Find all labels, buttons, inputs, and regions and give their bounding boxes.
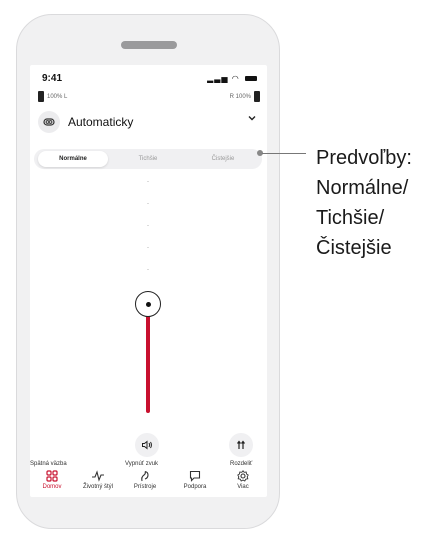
volume-slider[interactable] (30, 177, 267, 427)
preset-tab-tichsie[interactable]: Tichšie (113, 151, 183, 167)
left-battery: 100% L (38, 91, 70, 102)
program-selector[interactable]: Automaticky (38, 109, 260, 135)
phone-battery-icon (245, 76, 257, 82)
mute-label: Vypnúť zvuk (125, 461, 159, 467)
chat-icon (175, 469, 215, 483)
phone-speaker (121, 41, 177, 49)
preset-segmented-control: Normálne Tichšie Čistejšie (34, 149, 262, 169)
nav-label: Podpora (183, 484, 207, 490)
gear-icon (223, 469, 263, 483)
left-battery-icon (38, 91, 44, 102)
split-button[interactable] (229, 433, 253, 457)
callout-line-4: Čistejšie (316, 237, 392, 259)
nav-item-viac[interactable]: Viac (223, 469, 263, 490)
signal-icon: ▂▃▅ (207, 74, 229, 83)
program-icon (38, 111, 60, 133)
home-grid-icon (32, 469, 72, 483)
split-label: Rozdeliť (230, 461, 253, 467)
right-battery-label: R 100% (229, 93, 251, 100)
program-name: Automaticky (68, 115, 134, 129)
left-battery-label: 100% L (47, 93, 68, 100)
preset-tab-normalne[interactable]: Normálne (38, 151, 108, 167)
status-bar: 9:41 ▂▃▅ ◠ (30, 65, 267, 84)
phone-frame: 9:41 ▂▃▅ ◠ 100% L R 100% Automaticky Nor… (16, 14, 280, 529)
callout-annotation: Predvoľby: Normálne/ Tichšie/ Čistejšie (316, 143, 426, 263)
hearing-aid-icon (125, 469, 165, 483)
nav-item-podpora[interactable]: Podpora (175, 469, 215, 490)
nav-label: Domov (42, 484, 62, 490)
hearing-aid-battery-row: 100% L R 100% (38, 91, 260, 103)
callout-line-1: Predvoľby: (316, 147, 412, 169)
chevron-down-icon[interactable] (248, 114, 256, 125)
nav-label: Viac (237, 484, 249, 490)
speaker-icon (142, 440, 152, 450)
wifi-icon: ◠ (231, 74, 240, 83)
mute-button[interactable] (135, 433, 159, 457)
feedback-link[interactable]: Spätná väzba (30, 461, 67, 467)
nav-item-pristroje[interactable]: Prístroje (125, 469, 165, 490)
volume-knob[interactable] (135, 291, 161, 317)
status-time: 9:41 (42, 73, 63, 84)
right-battery: R 100% (227, 91, 260, 102)
preset-tab-cistejsie[interactable]: Čistejšie (188, 151, 258, 167)
callout-line (262, 153, 306, 154)
app-screen: 9:41 ▂▃▅ ◠ 100% L R 100% Automaticky Nor… (30, 65, 267, 497)
volume-fill (146, 309, 150, 413)
lifestyle-pulse-icon (78, 469, 118, 483)
bottom-nav: Domov Životný štýl Prístroje Podpora Via… (30, 469, 267, 497)
nav-item-zivotny-styl[interactable]: Životný štýl (78, 469, 118, 490)
status-icons: ▂▃▅ ◠ (207, 74, 257, 83)
nav-item-domov[interactable]: Domov (32, 469, 72, 490)
right-battery-icon (254, 91, 260, 102)
callout-line-2: Normálne/ (316, 177, 409, 199)
callout-line-3: Tichšie/ (316, 207, 385, 229)
split-icon (237, 440, 245, 449)
nav-label: Prístroje (133, 484, 157, 490)
nav-label: Životný štýl (82, 484, 113, 490)
knob-center (145, 301, 151, 307)
